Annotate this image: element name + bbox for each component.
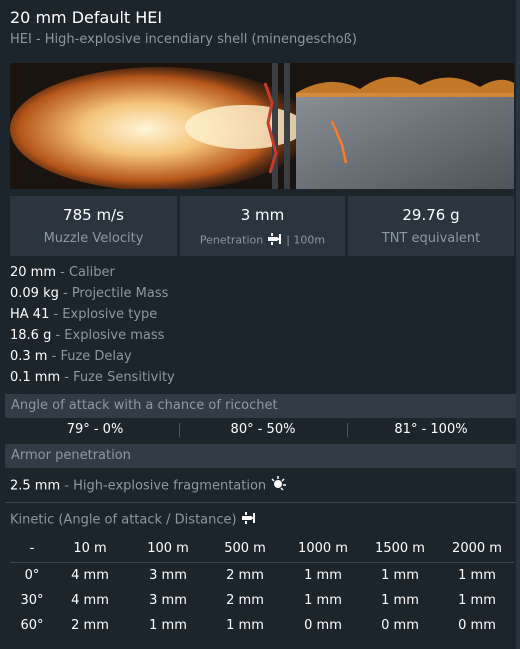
property-value: 0.1 mm [10, 370, 61, 385]
table-cell: 1 mm [381, 568, 419, 583]
stat-label: Penetration [199, 233, 264, 247]
property-caliber: 20 mm - Caliber [10, 262, 175, 283]
table-cell: 2 mm [226, 568, 264, 583]
divider [10, 562, 514, 563]
explosion-icon [270, 476, 288, 496]
table-angle-cell: 30° [20, 593, 44, 608]
property-projectile-mass: 0.09 kg - Projectile Mass [10, 283, 175, 304]
armor-section-header: Armor penetration [5, 444, 516, 468]
stat-value: 3 mm [240, 206, 285, 224]
table-cell: 0 mm [458, 618, 496, 633]
shell-subtitle: HEI - High-explosive incendiary shell (m… [10, 32, 357, 47]
divider [5, 502, 516, 503]
shell-impact-illustration [10, 63, 514, 189]
property-label: - Fuze Sensitivity [64, 370, 175, 385]
table-cell: 0 mm [304, 618, 342, 633]
table-cell: 1 mm [381, 593, 419, 608]
kinetic-title: Kinetic (Angle of attack / Distance) [10, 512, 237, 528]
stat-value: 29.76 g [402, 206, 460, 224]
property-fuze-sensitivity: 0.1 mm - Fuze Sensitivity [10, 367, 175, 388]
property-value: 18.6 g [10, 328, 52, 343]
shell-impact-image [10, 63, 514, 189]
stat-label: TNT equivalent [381, 231, 481, 246]
ricochet-value: 79° - 0% [66, 422, 124, 437]
property-list: 20 mm - Caliber 0.09 kg - Projectile Mas… [10, 262, 175, 388]
ricochet-value: 81° - 100% [394, 422, 468, 437]
fragmentation-row: 2.5 mm - High-explosive fragmentation [10, 476, 288, 496]
property-label: - Fuze Delay [51, 349, 132, 364]
property-value: 0.3 m [10, 349, 48, 364]
stat-label: Muzzle Velocity [43, 231, 144, 246]
table-cell: 4 mm [71, 568, 109, 583]
section-title: Armor penetration [11, 448, 131, 463]
shell-title: 20 mm Default HEI [10, 8, 163, 27]
kinetic-title-row: Kinetic (Angle of attack / Distance) [10, 512, 257, 528]
table-cell: 1 mm [149, 618, 187, 633]
stat-muzzle-velocity: 785 m/s Muzzle Velocity [10, 196, 177, 256]
ricochet-value: 80° - 50% [230, 422, 296, 437]
table-header-cell: 10 m [73, 541, 107, 556]
property-label: - Explosive mass [55, 328, 165, 343]
table-header-cell: 1000 m [298, 541, 348, 556]
ricochet-values: 79° - 0% 80° - 50% 81° - 100% [5, 420, 516, 440]
table-cell: 3 mm [149, 568, 187, 583]
table-header-cell: 100 m [147, 541, 189, 556]
table-header-cell: 2000 m [452, 541, 502, 556]
table-cell: 1 mm [304, 568, 342, 583]
table-header-cell: 1500 m [375, 541, 425, 556]
table-header-cell: - [29, 541, 35, 556]
stat-penetration: 3 mm Penetration | 100m [180, 196, 345, 256]
property-explosive-mass: 18.6 g - Explosive mass [10, 325, 175, 346]
stat-distance: | 100m [286, 233, 326, 247]
table-cell: 2 mm [226, 593, 264, 608]
table-cell: 0 mm [381, 618, 419, 633]
table-header-cell: 500 m [224, 541, 266, 556]
property-fuze-delay: 0.3 m - Fuze Delay [10, 346, 175, 367]
table-angle-cell: 60° [20, 618, 44, 633]
table-cell: 1 mm [458, 568, 496, 583]
stat-tnt-equivalent: 29.76 g TNT equivalent [348, 196, 514, 256]
section-title: Angle of attack with a chance of ricoche… [11, 398, 278, 413]
property-explosive-type: HA 41 - Explosive type [10, 304, 175, 325]
shell-target-icon [241, 512, 257, 528]
property-label: - Caliber [60, 265, 115, 280]
shell-target-icon [267, 233, 283, 248]
table-cell: 1 mm [226, 618, 264, 633]
fragmentation-label: - High-explosive fragmentation [64, 478, 267, 494]
table-angle-cell: 0° [24, 568, 40, 583]
stat-row: 785 m/s Muzzle Velocity 3 mm Penetration… [10, 196, 514, 256]
table-cell: 1 mm [304, 593, 342, 608]
table-cell: 2 mm [71, 618, 109, 633]
shell-info-panel: 20 mm Default HEI HEI - High-explosive i… [0, 0, 520, 649]
table-cell: 1 mm [458, 593, 496, 608]
property-value: HA 41 [10, 307, 50, 322]
stat-value: 785 m/s [63, 206, 124, 224]
property-value: 20 mm [10, 265, 57, 280]
property-value: 0.09 kg [10, 286, 59, 301]
ricochet-section-header: Angle of attack with a chance of ricoche… [5, 394, 516, 418]
property-label: - Explosive type [53, 307, 158, 322]
fragmentation-value: 2.5 mm [10, 478, 61, 494]
table-cell: 3 mm [149, 593, 187, 608]
property-label: - Projectile Mass [63, 286, 169, 301]
table-cell: 4 mm [71, 593, 109, 608]
stat-label-row: Penetration | 100m [180, 233, 345, 248]
